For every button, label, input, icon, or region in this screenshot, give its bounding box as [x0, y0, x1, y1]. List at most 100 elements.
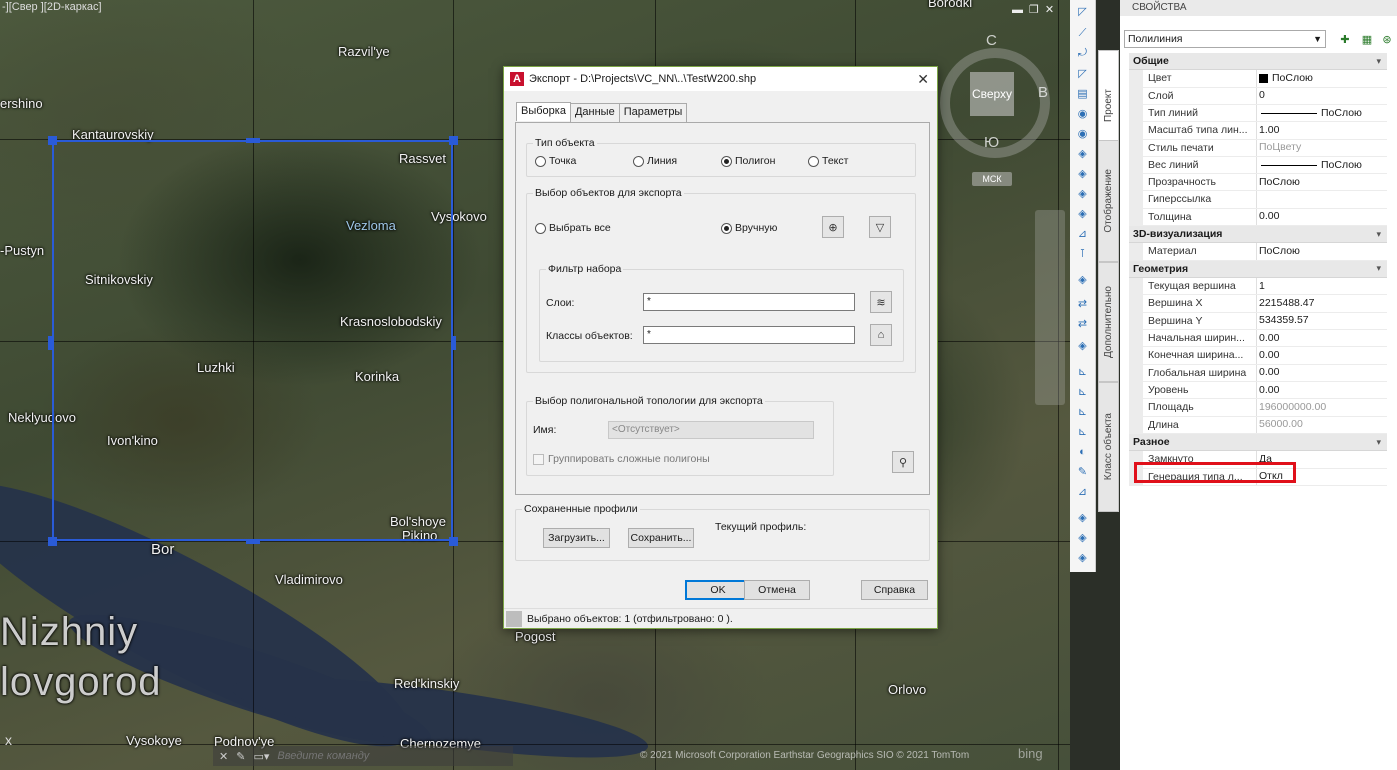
command-line[interactable]: ✕ ✎ ▭▾	[213, 746, 513, 766]
node-tool-icon[interactable]: ◈	[1074, 510, 1091, 525]
circle-tool-icon[interactable]: ◐	[1074, 444, 1091, 459]
section-header[interactable]: Разное ▾	[1129, 433, 1387, 452]
navigation-bar[interactable]	[1035, 210, 1065, 405]
compass-east[interactable]: В	[1038, 84, 1048, 101]
property-row[interactable]: Глобальная ширина 0.00	[1129, 364, 1387, 382]
property-value[interactable]	[1257, 191, 1387, 207]
node-tool-icon[interactable]: ◈	[1074, 166, 1091, 181]
property-row[interactable]: Гиперссылка	[1129, 191, 1387, 209]
property-row[interactable]: Прозрачность ПоСлою	[1129, 174, 1387, 192]
viewcube-top-face[interactable]: Сверху	[970, 72, 1014, 116]
toggle-pickadd-icon[interactable]: ✚	[1337, 31, 1353, 47]
node-tool-icon[interactable]: ◈	[1074, 338, 1091, 353]
edit-tool-icon[interactable]: ⊿	[1074, 226, 1091, 241]
property-row[interactable]: Уровень 0.00	[1129, 381, 1387, 400]
dialog-titlebar[interactable]: A Экспорт - D:\Projects\VC_NN\..\TestW20…	[504, 67, 937, 91]
close-icon[interactable]: ✕	[917, 71, 929, 88]
filter-button[interactable]: ▽	[869, 216, 891, 238]
radio-line[interactable]: Линия	[633, 155, 677, 167]
tab-display[interactable]: Отображение	[1098, 140, 1119, 262]
load-profile-button[interactable]: Загрузить...	[543, 528, 610, 548]
property-value[interactable]: 56000.00	[1257, 417, 1387, 433]
viewcube[interactable]: С В Ю Сверху МСК	[940, 30, 1060, 190]
search-icon[interactable]: ⚲	[892, 451, 914, 473]
node-tool-icon[interactable]: ◈	[1074, 550, 1091, 565]
close-icon[interactable]: ✕	[1045, 4, 1060, 16]
property-row[interactable]: Площадь 196000000.00	[1129, 399, 1387, 417]
chevron-down-icon[interactable]: ▼	[1313, 31, 1322, 47]
tab-additional[interactable]: Дополнительно	[1098, 262, 1119, 382]
collapse-icon[interactable]: ▾	[1376, 229, 1381, 240]
property-value[interactable]: 0	[1257, 88, 1387, 104]
compass-south[interactable]: Ю	[984, 134, 999, 151]
property-value[interactable]: 0.00	[1257, 365, 1387, 381]
property-value[interactable]: ПоСлою	[1257, 157, 1387, 173]
property-value[interactable]: 1	[1257, 278, 1387, 294]
measure-tool-icon[interactable]: ⊾	[1074, 424, 1091, 439]
radio-polygon[interactable]: Полигон	[721, 155, 775, 167]
property-row[interactable]: Толщина 0.00	[1129, 208, 1387, 227]
wrench-icon[interactable]: ✎	[236, 750, 245, 763]
property-value[interactable]: 0.00	[1257, 330, 1387, 346]
tab-parameters[interactable]: Параметры	[618, 103, 688, 122]
section-header[interactable]: Общие ▾	[1129, 53, 1387, 71]
property-value[interactable]: 0.00	[1257, 347, 1387, 363]
quick-select-icon[interactable]: ⊛	[1379, 31, 1395, 47]
vertex-grip[interactable]	[48, 537, 57, 546]
property-value[interactable]: ПоСлою	[1257, 174, 1387, 190]
midpoint-grip[interactable]	[48, 336, 53, 350]
object-type-select[interactable]: Полилиния ▼	[1124, 30, 1326, 48]
property-value[interactable]: ПоСлою	[1257, 105, 1387, 121]
minimize-icon[interactable]: ▬	[1012, 4, 1029, 16]
quick-select-button[interactable]: ⊕	[822, 216, 844, 238]
layers-icon[interactable]: ≋	[870, 291, 892, 313]
measure-tool-icon[interactable]: ⊾	[1074, 404, 1091, 419]
section-header[interactable]: Геометрия ▾	[1129, 260, 1387, 279]
property-row[interactable]: Тип линий ПоСлою	[1129, 104, 1387, 123]
collapse-icon[interactable]: ▾	[1376, 263, 1381, 274]
tab-data[interactable]: Данные	[569, 103, 620, 122]
globe-icon[interactable]: ◉	[1074, 126, 1091, 141]
property-row[interactable]: Вес линий ПоСлою	[1129, 156, 1387, 175]
pin-icon[interactable]: ⊺	[1074, 246, 1091, 261]
property-row[interactable]: Начальная ширин... 0.00	[1129, 330, 1387, 348]
brush-tool-icon[interactable]: ✎	[1074, 464, 1091, 479]
property-row[interactable]: Цвет ПоСлою	[1129, 70, 1387, 88]
move-tool-icon[interactable]: ⇄	[1074, 316, 1091, 331]
tab-object-class[interactable]: Класс объекта	[1098, 382, 1119, 512]
node-tool-icon[interactable]: ◈	[1074, 530, 1091, 545]
close-icon[interactable]: ✕	[219, 750, 228, 763]
midpoint-grip[interactable]	[246, 539, 260, 544]
property-value[interactable]: 1.00	[1257, 122, 1387, 138]
arc-icon[interactable]: ◸	[1074, 4, 1091, 19]
command-input[interactable]	[277, 750, 438, 762]
polyline-icon[interactable]: ⤾	[1074, 46, 1091, 61]
property-value[interactable]: ПоЦвету	[1257, 140, 1387, 156]
document-icon[interactable]: ▤	[1074, 86, 1091, 101]
property-value[interactable]: ПоСлою	[1257, 243, 1387, 259]
measure-tool-icon[interactable]: ⊾	[1074, 384, 1091, 399]
selected-polyline[interactable]	[52, 140, 453, 541]
line-tool-icon[interactable]: ⟋	[1074, 26, 1091, 41]
property-value[interactable]: 196000000.00	[1257, 399, 1387, 415]
vertex-grip[interactable]	[48, 136, 57, 145]
compass-north[interactable]: С	[986, 32, 997, 49]
property-row[interactable]: Вершина X 2215488.47	[1129, 295, 1387, 313]
property-row[interactable]: Масштаб типа лин... 1.00	[1129, 122, 1387, 140]
restore-icon[interactable]: ❐	[1029, 4, 1045, 16]
triangle-icon[interactable]: ◸	[1074, 66, 1091, 81]
vertex-grip[interactable]	[449, 136, 458, 145]
ok-button[interactable]: OK	[685, 580, 751, 600]
ucs-menu[interactable]: МСК	[972, 172, 1012, 186]
point-tool-icon[interactable]: ◈	[1074, 146, 1091, 161]
properties-title[interactable]: СВОЙСТВА	[1120, 0, 1397, 16]
property-value[interactable]: 534359.57	[1257, 313, 1387, 329]
save-profile-button[interactable]: Сохранить...	[628, 528, 694, 548]
tab-selection[interactable]: Выборка	[516, 102, 571, 121]
collapse-icon[interactable]: ▾	[1376, 56, 1381, 67]
property-row[interactable]: Текущая вершина 1	[1129, 278, 1387, 296]
property-row[interactable]: Длина 56000.00	[1129, 416, 1387, 434]
radio-select-all[interactable]: Выбрать все	[535, 222, 611, 234]
recent-commands-icon[interactable]: ▭▾	[253, 750, 269, 763]
viewport-window-controls[interactable]: ▬❐✕	[1012, 3, 1060, 16]
